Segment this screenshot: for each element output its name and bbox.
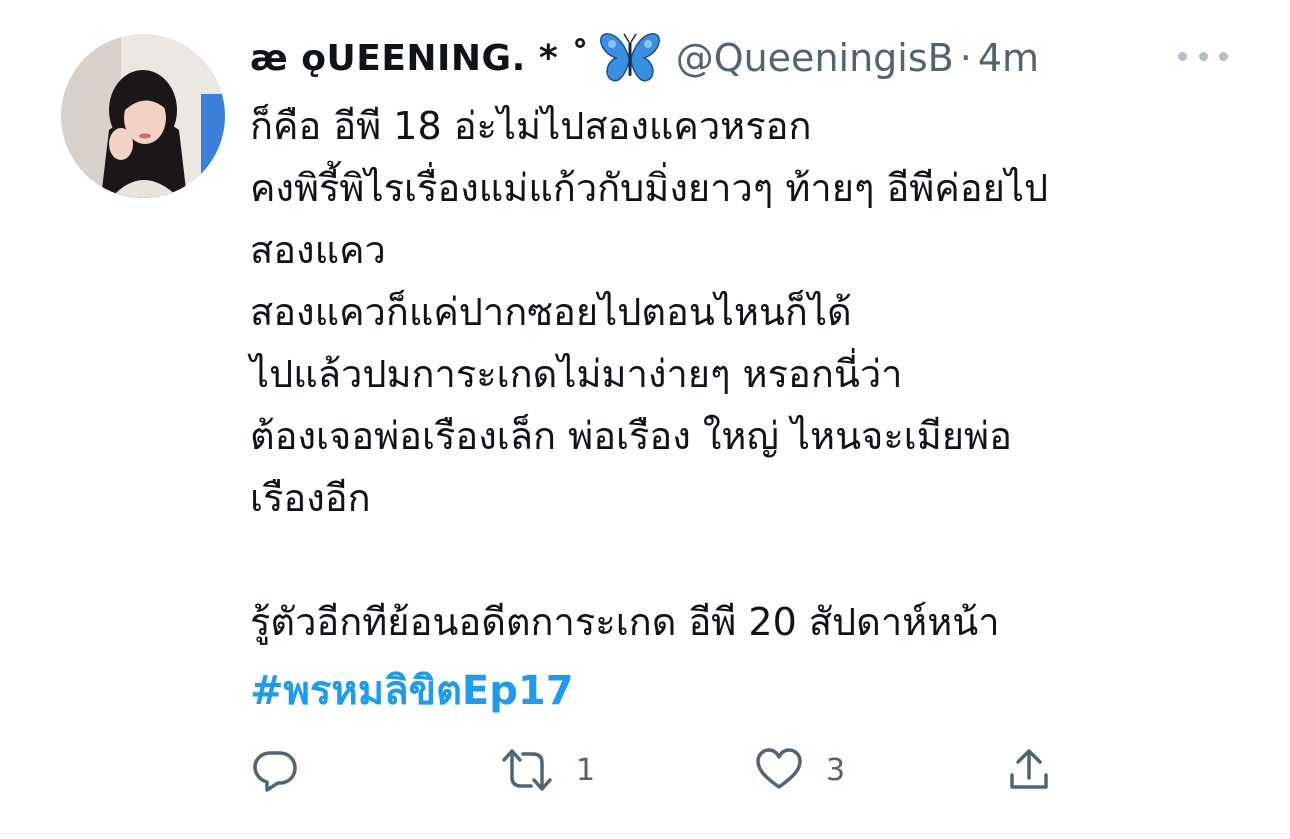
tweet-text-line: รู้ตัวอีกทีย้อนอดีตการะเกด อีพี 20 สัปดา… — [250, 600, 1000, 644]
tweet-text: ก็คือ อีพี 18 อ่ะไม่ไปสองแควหรอก คงพิรี้… — [250, 95, 1250, 653]
hashtag-link[interactable]: #พรหมลิขิตEp17 — [250, 660, 574, 722]
reply-icon — [250, 745, 300, 795]
tweet-text-line: สองแควก็แค่ปากซอยไปตอนไหนก็ได้ — [250, 290, 852, 334]
tweet-header: æ ǫUEENING. * ˚ @QueeningisB · 4m — [250, 30, 1230, 86]
divider — [0, 833, 1290, 834]
more-dot — [1219, 51, 1228, 61]
separator-dot: · — [959, 36, 972, 80]
tweet-text-line: ไปแล้วปมการะเกดไม่มาง่ายๆ หรอกนี่ว่า — [250, 352, 903, 396]
share-icon — [1004, 745, 1054, 795]
more-dot — [1178, 51, 1187, 61]
more-dot — [1198, 51, 1208, 61]
reply-button[interactable] — [250, 740, 322, 800]
tweet-actions: 1 3 — [250, 740, 1070, 800]
heart-icon — [754, 745, 804, 795]
like-count: 3 — [826, 752, 846, 788]
tweet-text-line: ก็คือ อีพี 18 อ่ะไม่ไปสองแควหรอก — [250, 104, 812, 148]
avatar[interactable] — [61, 34, 225, 198]
share-button[interactable] — [1004, 740, 1054, 800]
tweet-text-line: สองแคว — [250, 228, 386, 272]
tweet-text-line: ต้องเจอพ่อเรืองเล็ก พ่อเรือง ใหญ่ ไหนจะเ… — [250, 414, 1012, 458]
retweet-count: 1 — [576, 752, 596, 788]
avatar-image — [61, 34, 225, 198]
more-icon[interactable] — [1178, 36, 1228, 76]
like-button[interactable]: 3 — [754, 740, 845, 800]
retweet-icon — [500, 745, 554, 795]
tweet[interactable]: æ ǫUEENING. * ˚ @QueeningisB · 4m ก็คือ … — [0, 0, 1290, 839]
butterfly-icon — [598, 30, 662, 86]
tweet-text-line: เรืองอีก — [250, 476, 371, 520]
retweet-button[interactable]: 1 — [500, 740, 595, 800]
handle[interactable]: @QueeningisB — [676, 36, 954, 80]
display-name[interactable]: æ ǫUEENING. * ˚ — [250, 38, 590, 79]
tweet-text-line: คงพิรี้พิไรเรื่องแม่แก้วกับมิ่งยาวๆ ท้าย… — [250, 166, 1049, 210]
tweet-text-line — [250, 529, 1250, 591]
timestamp[interactable]: 4m — [978, 36, 1039, 80]
